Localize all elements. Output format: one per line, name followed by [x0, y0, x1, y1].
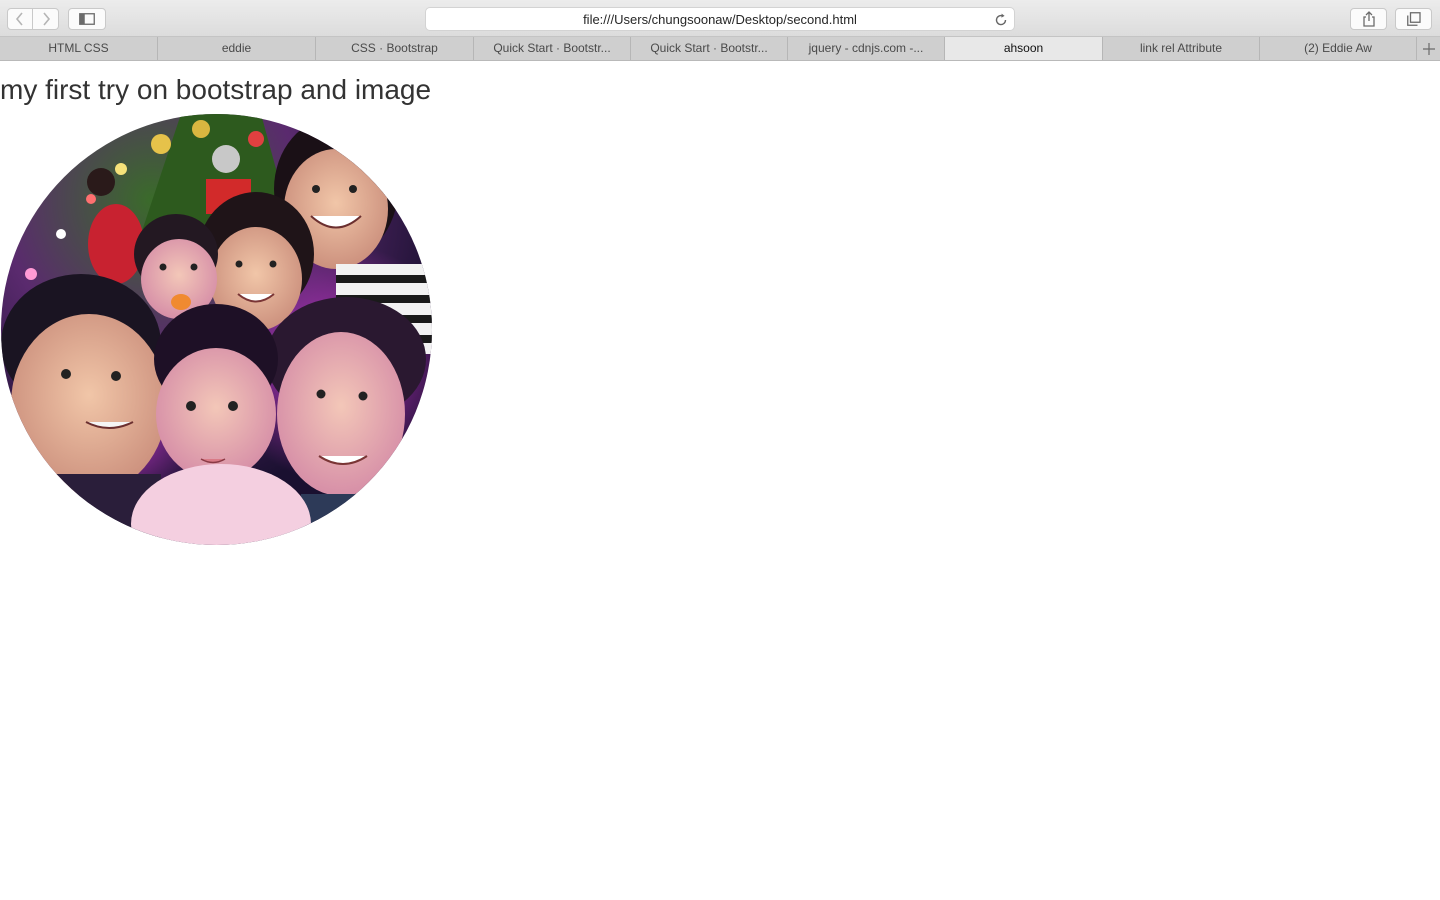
- forward-button[interactable]: [33, 8, 59, 30]
- new-tab-button[interactable]: [1417, 37, 1440, 60]
- plus-icon: [1422, 42, 1435, 55]
- chevron-right-icon: [42, 12, 50, 26]
- share-icon: [1362, 11, 1375, 27]
- chevron-left-icon: [15, 12, 23, 26]
- tab-quick-start-1[interactable]: Quick Start · Bootstr...: [474, 37, 631, 60]
- page-heading: my first try on bootstrap and image: [0, 74, 432, 105]
- tab-html-css[interactable]: HTML CSS: [0, 37, 158, 60]
- tab-overview-icon: [1406, 12, 1421, 26]
- browser-toolbar: file:///Users/chungsoonaw/Desktop/second…: [0, 0, 1440, 37]
- reload-icon[interactable]: [993, 12, 1009, 28]
- tab-eddie-aw[interactable]: (2) Eddie Aw: [1260, 37, 1417, 60]
- tab-jquery-cdnjs[interactable]: jquery - cdnjs.com -...: [788, 37, 945, 60]
- tab-link-rel-attribute[interactable]: link rel Attribute: [1103, 37, 1260, 60]
- back-button[interactable]: [7, 8, 33, 30]
- tab-css-bootstrap[interactable]: CSS · Bootstrap: [316, 37, 474, 60]
- tab-ahsoon[interactable]: ahsoon: [945, 37, 1103, 60]
- address-bar[interactable]: file:///Users/chungsoonaw/Desktop/second…: [425, 7, 1015, 31]
- tab-bar: HTML CSS eddie CSS · Bootstrap Quick Sta…: [0, 37, 1440, 61]
- sidebar-icon: [79, 13, 95, 25]
- sidebar-toggle-button[interactable]: [68, 8, 106, 30]
- tab-overview-button[interactable]: [1395, 8, 1432, 30]
- tab-quick-start-2[interactable]: Quick Start · Bootstr...: [631, 37, 788, 60]
- share-button[interactable]: [1350, 8, 1387, 30]
- family-selfie-photo: [1, 114, 432, 545]
- address-url: file:///Users/chungsoonaw/Desktop/second…: [583, 12, 857, 27]
- tab-eddie[interactable]: eddie: [158, 37, 316, 60]
